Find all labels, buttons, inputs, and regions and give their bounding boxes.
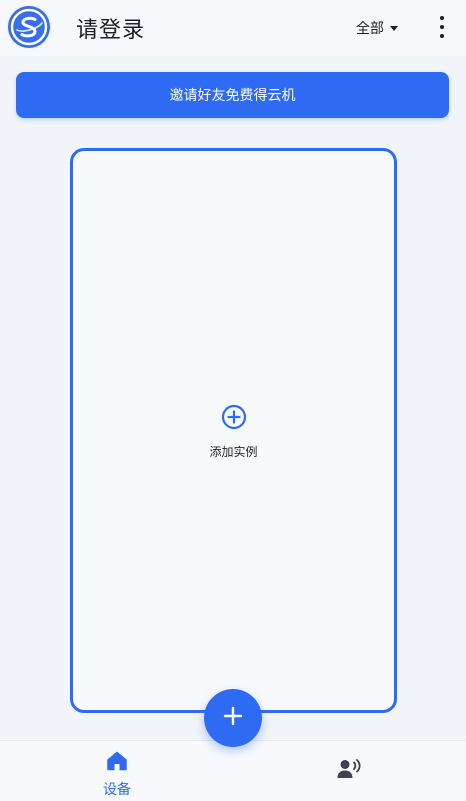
add-instance-label: 添加实例 [209,445,258,459]
top-app-bar: 请登录 全部 [0,0,466,56]
invite-label: 邀请好友免费得云机 [169,88,296,104]
nav-item-voice[interactable] [290,741,410,801]
chevron-down-icon [390,25,398,31]
filter-dropdown[interactable]: 全部 [356,18,398,38]
voice-user-icon [337,758,363,784]
bottom-navigation: 设备 [0,740,466,801]
filter-label: 全部 [356,21,384,37]
invite-friends-button[interactable]: 邀请好友免费得云机 [16,72,449,118]
plus-circle-icon [221,404,247,434]
app-logo-s-icon[interactable] [8,6,50,48]
app-root: 请登录 全部 邀请好友免费得云机 添加实例 设备 [0,0,466,801]
nav-item-devices[interactable]: 设备 [57,741,177,801]
nav-label-devices: 设备 [103,782,131,798]
add-instance-card[interactable]: 添加实例 [70,148,397,713]
page-title[interactable]: 请登录 [76,12,145,44]
add-instance-content: 添加实例 [73,404,394,460]
home-icon [106,751,128,775]
more-vertical-icon[interactable] [436,16,448,38]
plus-icon [223,706,243,730]
add-fab-button[interactable] [204,689,262,747]
